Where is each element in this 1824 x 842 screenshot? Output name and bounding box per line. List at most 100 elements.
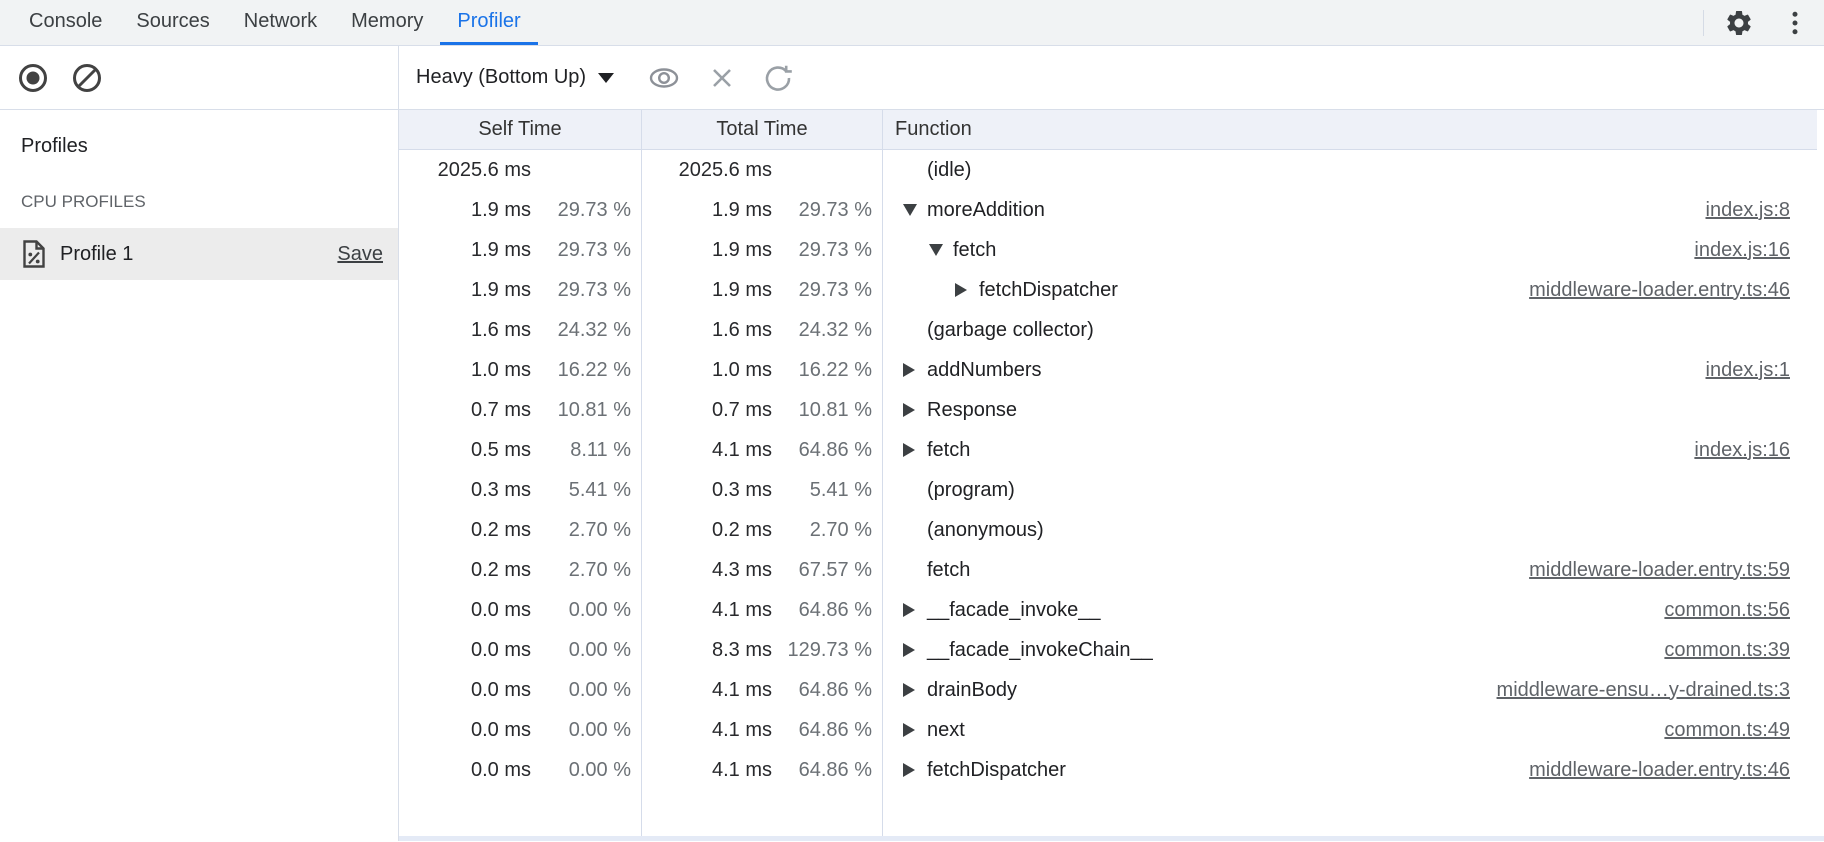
self-time-percent: 2.70 % — [545, 519, 641, 542]
tab-network[interactable]: Network — [227, 0, 334, 45]
table-row[interactable]: 1.6 ms 24.32 % 1.6 ms 24.32 % (garbage c… — [399, 310, 1824, 350]
source-link[interactable]: common.ts:56 — [1644, 599, 1790, 622]
table-row[interactable]: 0.2 ms 2.70 % 0.2 ms 2.70 % (anonymous) — [399, 510, 1824, 550]
clear-profiles-button[interactable] — [71, 62, 103, 94]
table-row[interactable]: 0.0 ms 0.00 % 4.1 ms 64.86 % fetchDispat… — [399, 750, 1824, 790]
self-time-value: 0.0 ms — [399, 599, 545, 622]
total-time-percent: 64.86 % — [786, 759, 882, 782]
function-cell: drainBody middleware-ensu…y-drained.ts:3 — [883, 670, 1824, 710]
expand-arrow[interactable] — [955, 283, 979, 297]
function-cell: moreAddition index.js:8 — [883, 190, 1824, 230]
expand-arrow[interactable] — [903, 363, 927, 377]
self-time-value: 0.0 ms — [399, 719, 545, 742]
expand-arrow-icon — [903, 683, 915, 697]
expand-arrow[interactable] — [903, 723, 927, 737]
table-row[interactable]: 0.2 ms 2.70 % 4.3 ms 67.57 % fetch middl… — [399, 550, 1824, 590]
cpu-profiles-section-label: CPU PROFILES — [0, 182, 398, 222]
tab-profiler[interactable]: Profiler — [440, 0, 537, 45]
source-link[interactable]: index.js:8 — [1686, 199, 1791, 222]
total-time-cell: 4.1 ms 64.86 % — [642, 710, 883, 750]
table-row[interactable]: 0.3 ms 5.41 % 0.3 ms 5.41 % (program) — [399, 470, 1824, 510]
source-link[interactable]: index.js:16 — [1674, 439, 1790, 462]
function-cell: fetch middleware-loader.entry.ts:59 — [883, 550, 1824, 590]
exclude-button[interactable] — [708, 64, 736, 92]
self-time-percent: 10.81 % — [545, 399, 641, 422]
view-mode-dropdown[interactable]: Heavy (Bottom Up) — [416, 66, 614, 89]
table-row[interactable]: 0.0 ms 0.00 % 4.1 ms 64.86 % drainBody m… — [399, 670, 1824, 710]
expand-arrow[interactable] — [903, 443, 927, 457]
total-time-value: 4.1 ms — [642, 759, 786, 782]
table-row[interactable]: 1.9 ms 29.73 % 1.9 ms 29.73 % fetchDispa… — [399, 270, 1824, 310]
profile-list-item[interactable]: Profile 1 Save — [0, 228, 398, 280]
function-cell: (program) — [883, 470, 1824, 510]
view-toolbar: Heavy (Bottom Up) — [399, 46, 1824, 109]
total-time-cell: 1.9 ms 29.73 % — [642, 190, 883, 230]
function-name: addNumbers — [927, 359, 1042, 382]
total-time-cell: 4.1 ms 64.86 % — [642, 430, 883, 470]
table-row[interactable]: 1.9 ms 29.73 % 1.9 ms 29.73 % moreAdditi… — [399, 190, 1824, 230]
more-options-button[interactable] — [1780, 8, 1810, 38]
grid-bottom-scroll-strip[interactable] — [399, 836, 1824, 841]
column-header-function[interactable]: Function — [883, 110, 1817, 149]
record-button[interactable] — [17, 62, 49, 94]
self-time-percent: 0.00 % — [545, 639, 641, 662]
grid-filler — [399, 790, 1824, 836]
function-name: fetch — [953, 239, 996, 262]
restore-button[interactable] — [762, 62, 794, 94]
column-header-self-time[interactable]: Self Time — [399, 110, 642, 149]
save-profile-link[interactable]: Save — [337, 243, 383, 266]
expand-arrow[interactable] — [903, 403, 927, 417]
table-row[interactable]: 2025.6 ms 2025.6 ms (idle) — [399, 150, 1824, 190]
chevron-down-icon — [598, 73, 614, 83]
column-header-total-time[interactable]: Total Time — [642, 110, 883, 149]
expand-arrow-icon — [903, 443, 915, 457]
expand-arrow[interactable] — [903, 643, 927, 657]
source-link[interactable]: index.js:16 — [1674, 239, 1790, 262]
table-row[interactable]: 1.0 ms 16.22 % 1.0 ms 16.22 % addNumbers… — [399, 350, 1824, 390]
self-time-percent: 0.00 % — [545, 679, 641, 702]
focus-button[interactable] — [646, 63, 682, 93]
self-time-cell: 1.6 ms 24.32 % — [399, 310, 642, 350]
tab-memory[interactable]: Memory — [334, 0, 440, 45]
table-row[interactable]: 0.0 ms 0.00 % 4.1 ms 64.86 % __facade_in… — [399, 590, 1824, 630]
source-link[interactable]: middleware-ensu…y-drained.ts:3 — [1477, 679, 1790, 702]
self-time-value: 1.0 ms — [399, 359, 545, 382]
self-time-percent: 29.73 % — [545, 199, 641, 222]
total-time-value: 1.0 ms — [642, 359, 786, 382]
function-cell: (garbage collector) — [883, 310, 1824, 350]
close-icon — [708, 64, 736, 92]
total-time-cell: 0.7 ms 10.81 % — [642, 390, 883, 430]
tab-console[interactable]: Console — [12, 0, 119, 45]
total-time-value: 4.1 ms — [642, 679, 786, 702]
table-row[interactable]: 0.7 ms 10.81 % 0.7 ms 10.81 % Response — [399, 390, 1824, 430]
table-row[interactable]: 0.0 ms 0.00 % 4.1 ms 64.86 % next common… — [399, 710, 1824, 750]
total-time-value: 0.2 ms — [642, 519, 786, 542]
expand-arrow[interactable] — [903, 204, 927, 216]
settings-button[interactable] — [1724, 8, 1754, 38]
function-name: (anonymous) — [927, 519, 1044, 542]
table-row[interactable]: 0.5 ms 8.11 % 4.1 ms 64.86 % fetch index… — [399, 430, 1824, 470]
expand-arrow[interactable] — [929, 244, 953, 256]
source-link[interactable]: index.js:1 — [1686, 359, 1791, 382]
source-link[interactable]: common.ts:49 — [1644, 719, 1790, 742]
filler-total-column — [642, 790, 883, 836]
self-time-percent: 29.73 % — [545, 239, 641, 262]
total-time-percent: 29.73 % — [786, 199, 882, 222]
self-time-value: 1.9 ms — [399, 199, 545, 222]
self-time-value: 0.0 ms — [399, 639, 545, 662]
total-time-cell: 4.1 ms 64.86 % — [642, 750, 883, 790]
self-time-cell: 0.0 ms 0.00 % — [399, 590, 642, 630]
table-row[interactable]: 1.9 ms 29.73 % 1.9 ms 29.73 % fetch inde… — [399, 230, 1824, 270]
source-link[interactable]: middleware-loader.entry.ts:59 — [1509, 559, 1790, 582]
expand-arrow[interactable] — [903, 763, 927, 777]
tab-sources[interactable]: Sources — [119, 0, 226, 45]
source-link[interactable]: middleware-loader.entry.ts:46 — [1509, 279, 1790, 302]
expand-arrow[interactable] — [903, 683, 927, 697]
expand-arrow[interactable] — [903, 603, 927, 617]
table-row[interactable]: 0.0 ms 0.00 % 8.3 ms 129.73 % __facade_i… — [399, 630, 1824, 670]
devtools-tabbar: ConsoleSourcesNetworkMemoryProfiler — [0, 0, 1824, 46]
total-time-percent: 67.57 % — [786, 559, 882, 582]
no-entry-icon — [71, 62, 103, 94]
source-link[interactable]: common.ts:39 — [1644, 639, 1790, 662]
source-link[interactable]: middleware-loader.entry.ts:46 — [1509, 759, 1790, 782]
